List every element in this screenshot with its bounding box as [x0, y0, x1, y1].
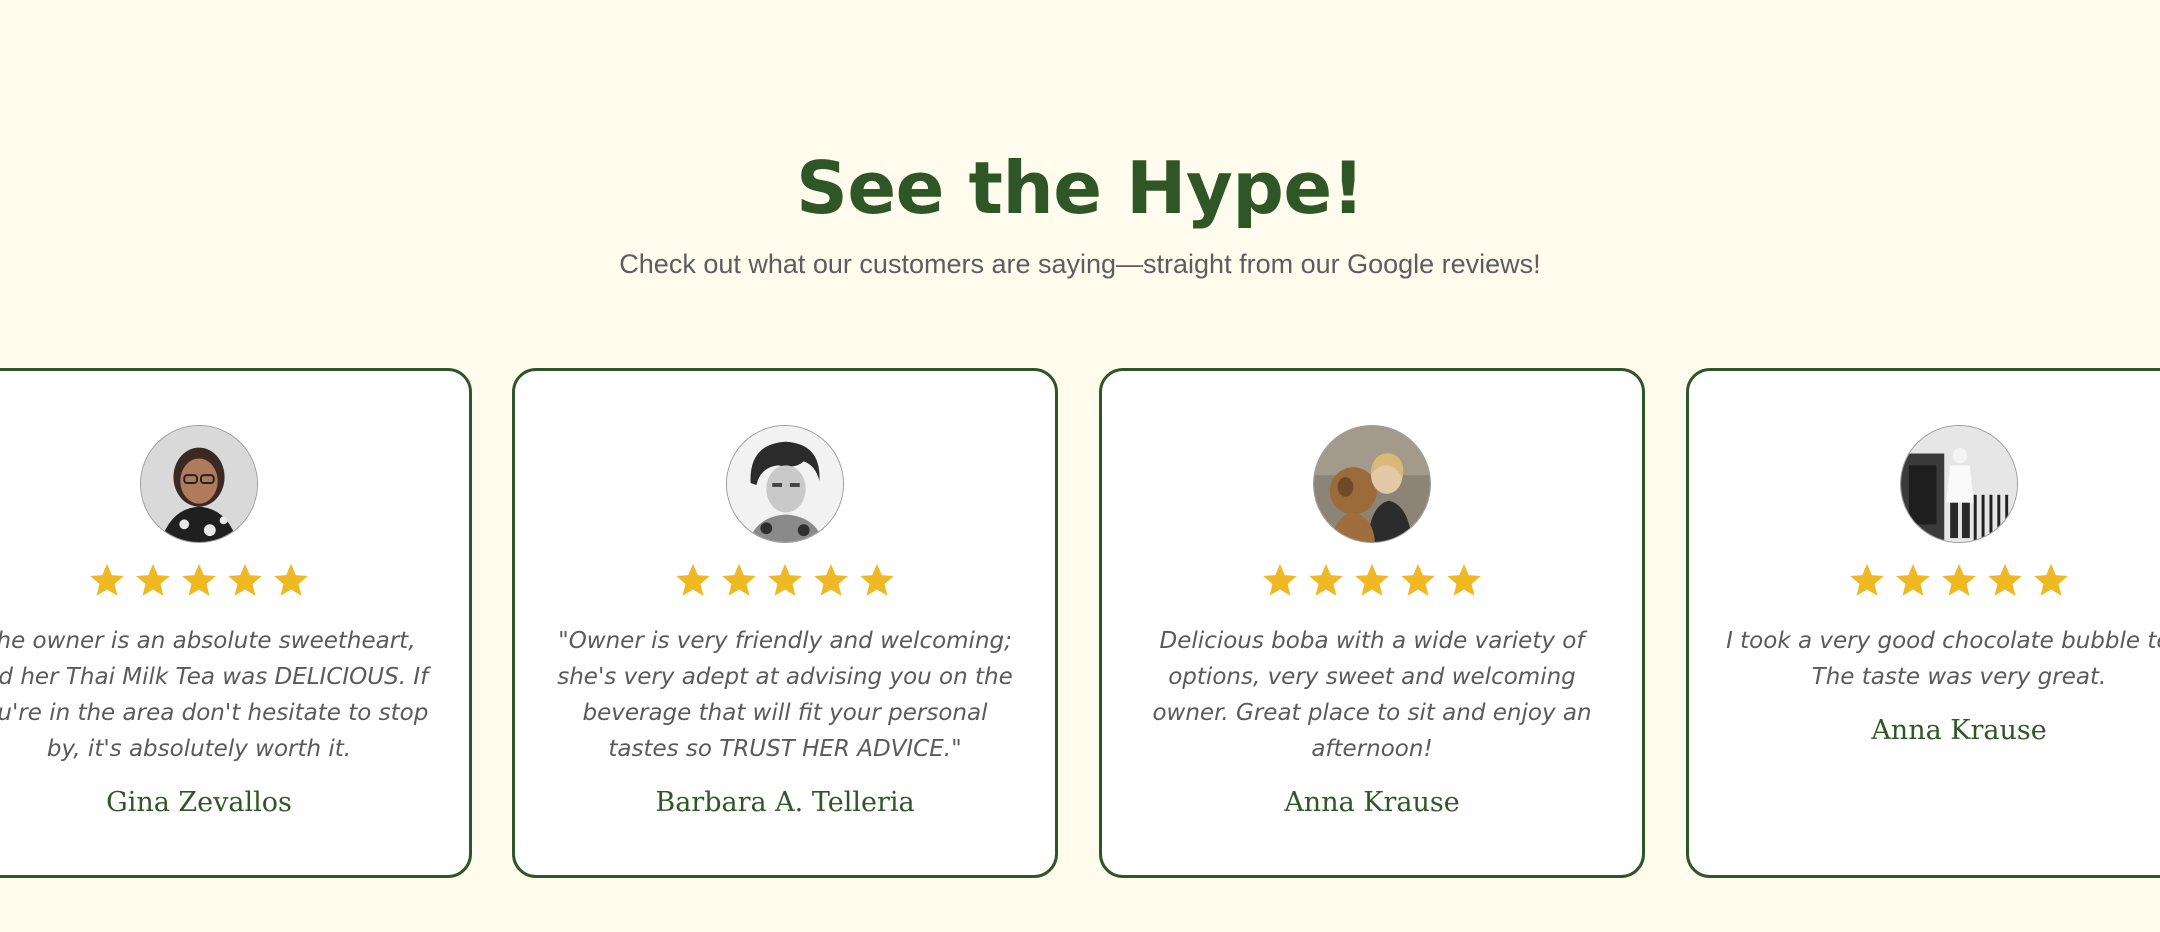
star-icon: [1445, 561, 1483, 599]
rating-stars: [545, 561, 1025, 603]
star-icon: [1399, 561, 1437, 599]
star-icon: [720, 561, 758, 599]
review-card: I took a very good chocolate bubble tea.…: [1686, 368, 2160, 878]
reviewer-avatar: [140, 425, 258, 543]
reviewer-name: Anna Krause: [1284, 787, 1460, 818]
review-card: "Owner is very friendly and welcoming; s…: [512, 368, 1058, 878]
reviewer-photo-icon: [1314, 426, 1430, 542]
reviewer-photo-icon: [1901, 426, 2017, 542]
reviewer-name: Barbara A. Telleria: [655, 787, 915, 818]
reviewer-name: Gina Zevallos: [106, 787, 292, 818]
review-card: The owner is an absolute sweetheart, and…: [0, 368, 472, 878]
rating-stars: [0, 561, 439, 603]
rating-stars: [1132, 561, 1612, 603]
star-icon: [1848, 561, 1886, 599]
star-icon: [272, 561, 310, 599]
star-icon: [812, 561, 850, 599]
star-icon: [134, 561, 172, 599]
review-text: I took a very good chocolate bubble tea.…: [1726, 628, 2160, 690]
rating-stars: [1719, 561, 2160, 603]
review-text: "Owner is very friendly and welcoming; s…: [557, 628, 1013, 762]
star-icon: [226, 561, 264, 599]
review-text: Delicious boba with a wide variety of op…: [1152, 628, 1592, 762]
star-icon: [180, 561, 218, 599]
star-icon: [1261, 561, 1299, 599]
star-icon: [1353, 561, 1391, 599]
star-icon: [1986, 561, 2024, 599]
section-subtitle: Check out what our customers are saying—…: [619, 249, 1541, 279]
star-icon: [766, 561, 804, 599]
review-card: Delicious boba with a wide variety of op…: [1099, 368, 1645, 878]
reviewer-avatar: [1900, 425, 2018, 543]
reviewer-photo-icon: [727, 426, 843, 542]
star-icon: [858, 561, 896, 599]
review-text: The owner is an absolute sweetheart, and…: [0, 628, 429, 762]
section-title: See the Hype!: [795, 146, 1365, 230]
reviewer-avatar: [726, 425, 844, 543]
reviews-carousel[interactable]: The owner is an absolute sweetheart, and…: [0, 368, 2160, 884]
star-icon: [2032, 561, 2070, 599]
reviewer-avatar: [1313, 425, 1431, 543]
reviewer-photo-icon: [141, 426, 257, 542]
star-icon: [1307, 561, 1345, 599]
star-icon: [1894, 561, 1932, 599]
star-icon: [1940, 561, 1978, 599]
star-icon: [88, 561, 126, 599]
star-icon: [674, 561, 712, 599]
reviewer-name: Anna Krause: [1871, 715, 2047, 746]
